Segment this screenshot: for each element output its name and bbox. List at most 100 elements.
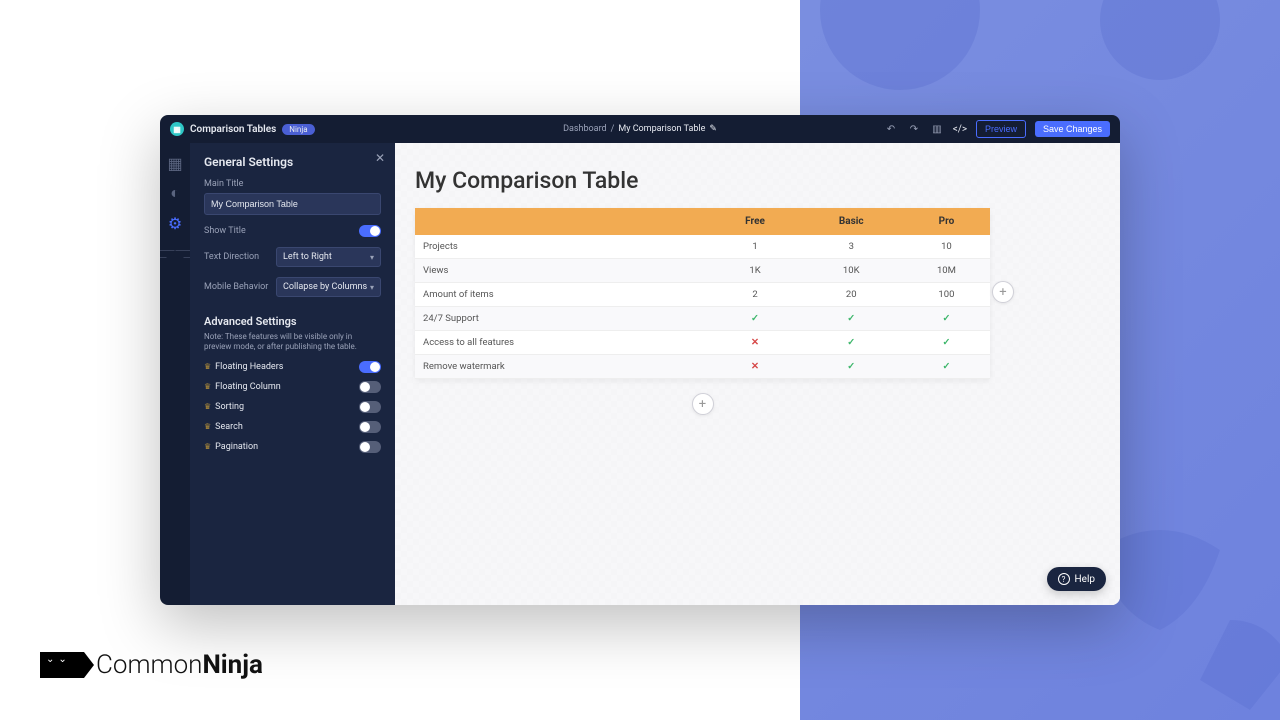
- crown-icon: ♛: [204, 402, 211, 411]
- nav-rail: ▦ ◐ ⚙ ⫍⫎: [160, 143, 190, 605]
- adv-label: Floating Column: [215, 382, 281, 392]
- sidebar-heading: General Settings: [204, 155, 381, 169]
- cell: ✓: [800, 331, 903, 355]
- search-toggle[interactable]: [359, 421, 381, 433]
- floating-column-toggle[interactable]: [359, 381, 381, 393]
- cell: 1: [710, 235, 799, 259]
- plan-tag: Ninja: [282, 124, 314, 135]
- edit-icon[interactable]: ✎: [709, 124, 717, 134]
- close-icon[interactable]: ✕: [375, 151, 385, 165]
- preview-canvas: My Comparison Table Free Basic Pro Proje…: [395, 143, 1120, 605]
- text-direction-label: Text Direction: [204, 252, 259, 262]
- rail-layout-icon[interactable]: ▦: [167, 155, 183, 171]
- table-row: Remove watermark ✕ ✓ ✓: [415, 355, 990, 379]
- cell: ✓: [903, 307, 990, 331]
- comparison-table: Free Basic Pro Projects1310Views1K10K10M…: [415, 208, 990, 379]
- brand-text: CommonNinja: [96, 650, 263, 680]
- chevron-down-icon: ▾: [370, 283, 374, 292]
- adv-label: Floating Headers: [215, 362, 283, 372]
- crown-icon: ♛: [204, 442, 211, 451]
- row-label: Views: [415, 259, 710, 283]
- rail-style-icon[interactable]: ◐: [167, 185, 183, 201]
- adv-label: Sorting: [215, 402, 244, 412]
- check-icon: ✓: [847, 337, 855, 348]
- cell: ✓: [903, 331, 990, 355]
- undo-icon[interactable]: ↶: [884, 122, 898, 136]
- row-label: Access to all features: [415, 331, 710, 355]
- table-row: Access to all features ✕ ✓ ✓: [415, 331, 990, 355]
- help-icon: ?: [1058, 573, 1070, 585]
- topbar-actions: ↶ ↷ ▥ </> Preview Save Changes: [884, 120, 1110, 138]
- row-label: 24/7 Support: [415, 307, 710, 331]
- app-name: Comparison Tables: [190, 124, 276, 135]
- app-body: ▦ ◐ ⚙ ⫍⫎ ✕ General Settings Main Title S…: [160, 143, 1120, 605]
- rail-analytics-icon[interactable]: ⫍⫎: [167, 245, 183, 261]
- col-header: Pro: [903, 208, 990, 235]
- preview-title: My Comparison Table: [415, 167, 990, 194]
- breadcrumb-current[interactable]: My Comparison Table: [618, 124, 705, 134]
- chevron-down-icon: ▾: [370, 253, 374, 262]
- redo-icon[interactable]: ↷: [907, 122, 921, 136]
- settings-sidebar: ✕ General Settings Main Title Show Title…: [190, 143, 395, 605]
- advanced-note: Note: These features will be visible onl…: [204, 332, 381, 353]
- cell: 100: [903, 283, 990, 307]
- save-changes-button[interactable]: Save Changes: [1035, 121, 1110, 137]
- mobile-behavior-label: Mobile Behavior: [204, 282, 268, 292]
- show-title-label: Show Title: [204, 226, 246, 236]
- cell: 20: [800, 283, 903, 307]
- brand-icon: [40, 652, 84, 678]
- cell: ✓: [903, 355, 990, 379]
- brand-logo: CommonNinja: [40, 650, 263, 680]
- mobile-behavior-select[interactable]: Collapse by Columns ▾: [276, 277, 381, 297]
- col-header: Free: [710, 208, 799, 235]
- text-direction-value: Left to Right: [283, 252, 332, 262]
- cell: ✕: [710, 331, 799, 355]
- floating-headers-toggle[interactable]: [359, 361, 381, 373]
- cell: 10M: [903, 259, 990, 283]
- code-icon[interactable]: </>: [953, 122, 967, 136]
- breadcrumb-root[interactable]: Dashboard: [563, 124, 607, 134]
- add-row-button[interactable]: +: [692, 393, 714, 415]
- help-label: Help: [1075, 574, 1095, 585]
- show-title-toggle[interactable]: [359, 225, 381, 237]
- devices-icon[interactable]: ▥: [930, 122, 944, 136]
- app-logo-icon: ▦: [170, 122, 184, 136]
- table-row: Views1K10K10M: [415, 259, 990, 283]
- check-icon: ✓: [942, 361, 950, 372]
- breadcrumb-sep: /: [611, 124, 615, 134]
- cell: 3: [800, 235, 903, 259]
- check-icon: ✓: [847, 361, 855, 372]
- cell: ✕: [710, 355, 799, 379]
- sorting-toggle[interactable]: [359, 401, 381, 413]
- check-icon: ✓: [942, 313, 950, 324]
- cell: ✓: [800, 355, 903, 379]
- pagination-toggle[interactable]: [359, 441, 381, 453]
- row-label: Projects: [415, 235, 710, 259]
- cell: 10: [903, 235, 990, 259]
- cross-icon: ✕: [751, 337, 759, 348]
- adv-label: Search: [215, 422, 243, 432]
- col-header: Basic: [800, 208, 903, 235]
- advanced-heading: Advanced Settings: [204, 315, 381, 328]
- rail-settings-icon[interactable]: ⚙: [167, 215, 183, 231]
- check-icon: ✓: [847, 313, 855, 324]
- table-row: 24/7 Support ✓ ✓ ✓: [415, 307, 990, 331]
- preview-button[interactable]: Preview: [976, 120, 1026, 138]
- add-column-button[interactable]: +: [992, 281, 1014, 303]
- text-direction-select[interactable]: Left to Right ▾: [276, 247, 381, 267]
- help-button[interactable]: ? Help: [1047, 567, 1106, 591]
- crown-icon: ♛: [204, 362, 211, 371]
- check-icon: ✓: [751, 313, 759, 324]
- main-title-label: Main Title: [204, 179, 381, 189]
- topbar: ▦ Comparison Tables Ninja Dashboard / My…: [160, 115, 1120, 143]
- row-label: Remove watermark: [415, 355, 710, 379]
- crown-icon: ♛: [204, 422, 211, 431]
- mobile-behavior-value: Collapse by Columns: [283, 282, 367, 292]
- check-icon: ✓: [942, 337, 950, 348]
- main-title-input[interactable]: [204, 193, 381, 215]
- row-label: Amount of items: [415, 283, 710, 307]
- cell: ✓: [800, 307, 903, 331]
- crown-icon: ♛: [204, 382, 211, 391]
- cross-icon: ✕: [751, 361, 759, 372]
- adv-label: Pagination: [215, 442, 258, 452]
